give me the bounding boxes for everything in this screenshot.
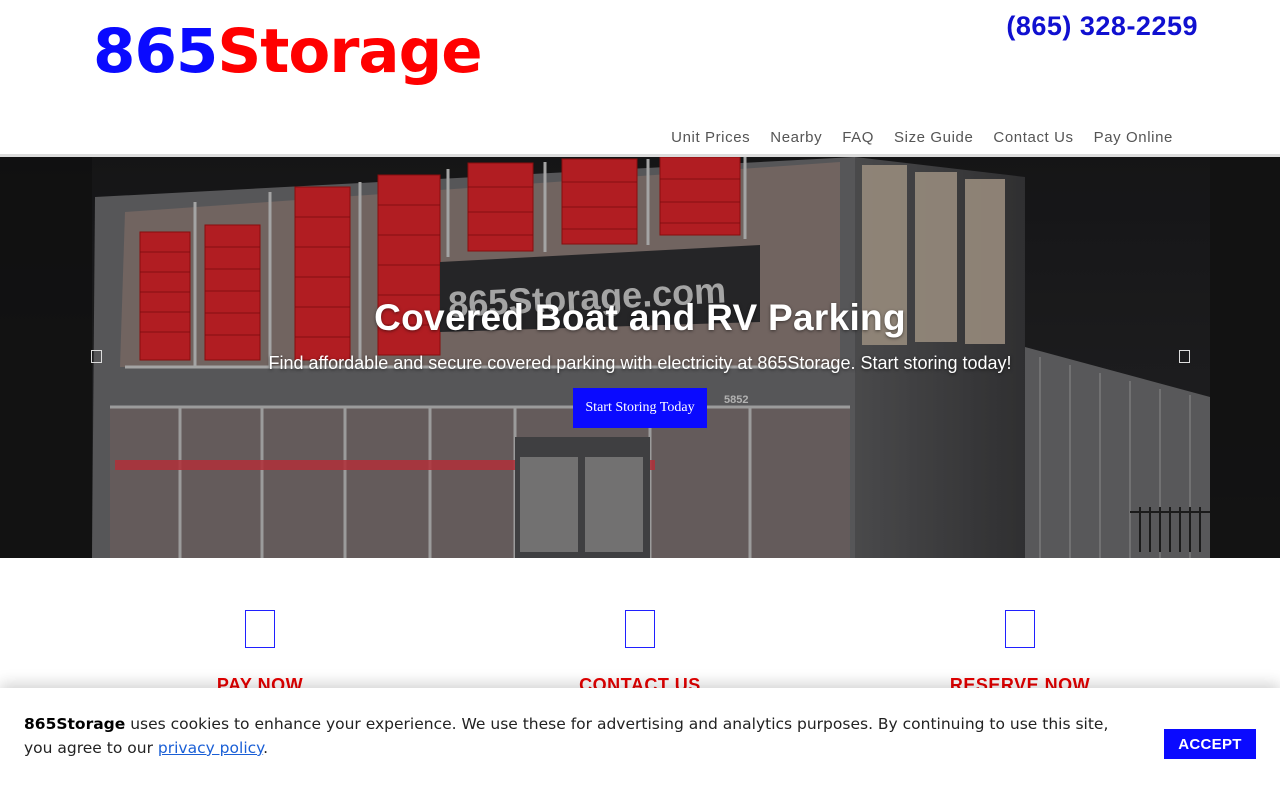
logo-number: 865 [93,16,218,87]
hero-subtitle: Find affordable and secure covered parki… [268,353,1012,373]
hero-carousel: 865Storage.com 5852 Covered Boat and RV … [0,157,1280,558]
brand-logo[interactable]: 865Storage [93,16,483,87]
privacy-policy-link[interactable]: privacy policy [158,739,263,757]
nav-pay-online[interactable]: Pay Online [1094,129,1173,146]
cookie-brand: 865Storage [24,715,126,733]
reserve-icon [1005,610,1035,648]
logo-word: Storage [217,16,482,87]
accept-cookies-button[interactable]: ACCEPT [1164,729,1256,759]
nav-faq[interactable]: FAQ [842,129,874,146]
cookie-end: . [263,739,269,757]
contact-icon [625,610,655,648]
nav-unit-prices[interactable]: Unit Prices [671,129,750,146]
hero-title: Covered Boat and RV Parking [374,297,906,338]
feature-links: PAY NOW CONTACT US RESERVE NOW [0,558,1280,695]
start-storing-button[interactable]: Start Storing Today [573,388,707,428]
nav-nearby[interactable]: Nearby [770,129,822,146]
phone-number-link[interactable]: (865) 328-2259 [1006,11,1198,42]
pay-icon [245,610,275,648]
main-nav: Unit Prices Nearby FAQ Size Guide Contac… [671,129,1173,146]
site-header: 865Storage (865) 328-2259 Unit Prices Ne… [0,0,1280,157]
nav-size-guide[interactable]: Size Guide [894,129,973,146]
cookie-banner: 865Storage uses cookies to enhance your … [0,688,1280,800]
nav-contact-us[interactable]: Contact Us [993,129,1073,146]
cookie-message: 865Storage uses cookies to enhance your … [24,712,1114,760]
